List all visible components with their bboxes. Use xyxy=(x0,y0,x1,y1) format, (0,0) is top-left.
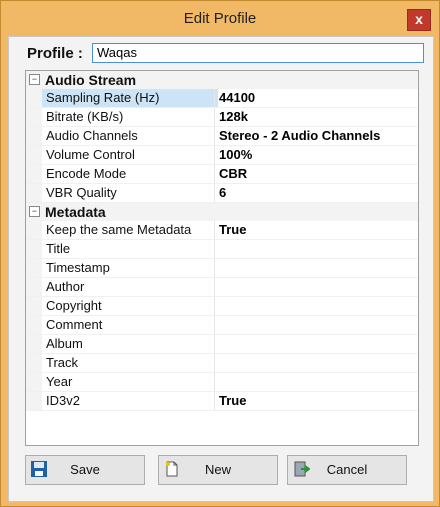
row-gutter xyxy=(26,240,42,258)
property-row[interactable]: Bitrate (KB/s) 128k xyxy=(26,108,418,127)
row-gutter xyxy=(26,354,42,372)
property-value[interactable] xyxy=(214,240,418,258)
property-value[interactable] xyxy=(214,373,418,391)
property-name: Author xyxy=(46,279,85,294)
property-name: Keep the same Metadata xyxy=(46,222,192,237)
title-bar: Edit Profile x xyxy=(1,1,439,37)
property-row[interactable]: Timestamp xyxy=(26,259,418,278)
property-row[interactable]: VBR Quality 6 xyxy=(26,184,418,203)
row-gutter xyxy=(26,146,42,164)
property-name: Comment xyxy=(46,317,103,332)
row-gutter xyxy=(26,221,42,239)
property-value[interactable] xyxy=(214,316,418,334)
property-value[interactable] xyxy=(214,278,418,296)
property-row[interactable]: Keep the same Metadata True xyxy=(26,221,418,240)
property-name: ID3v2 xyxy=(46,393,80,408)
row-gutter xyxy=(26,259,42,277)
section-audio-stream[interactable]: − Audio Stream xyxy=(26,71,418,89)
row-gutter xyxy=(26,373,42,391)
section-title: Metadata xyxy=(45,204,106,220)
new-label: New xyxy=(204,462,231,477)
property-value[interactable] xyxy=(214,335,418,353)
property-value[interactable] xyxy=(214,259,418,277)
property-name: Title xyxy=(46,241,71,256)
property-value[interactable] xyxy=(214,297,418,315)
window-title: Edit Profile xyxy=(183,10,257,27)
property-name: Copyright xyxy=(46,298,102,313)
property-value[interactable]: CBR xyxy=(214,165,418,183)
row-gutter xyxy=(26,278,42,296)
edit-profile-window: Edit Profile x Profile : Waqas − Audio S… xyxy=(0,0,440,507)
profile-label: Profile : xyxy=(27,45,83,62)
property-name: Track xyxy=(46,355,79,370)
property-value[interactable]: Stereo - 2 Audio Channels xyxy=(214,127,418,145)
property-name: Timestamp xyxy=(46,260,110,275)
section-metadata[interactable]: − Metadata xyxy=(26,203,418,221)
property-name: Year xyxy=(46,374,73,389)
property-value[interactable] xyxy=(214,354,418,372)
cancel-label: Cancel xyxy=(326,462,368,477)
section-title: Audio Stream xyxy=(45,72,137,88)
button-bar: Save New Cancel xyxy=(9,445,433,501)
row-gutter xyxy=(26,165,42,183)
row-gutter xyxy=(26,392,42,410)
row-gutter xyxy=(26,127,42,145)
row-gutter xyxy=(26,316,42,334)
property-row[interactable]: ID3v2 True xyxy=(26,392,418,411)
property-row[interactable]: Volume Control 100% xyxy=(26,146,418,165)
property-name: Encode Mode xyxy=(46,166,127,181)
property-grid: − Audio Stream Sampling Rate (Hz) 44100 … xyxy=(25,70,419,446)
property-row[interactable]: Year xyxy=(26,373,418,392)
property-row[interactable]: Comment xyxy=(26,316,418,335)
row-gutter xyxy=(26,108,42,126)
save-button[interactable]: Save xyxy=(25,455,145,485)
property-row[interactable]: Track xyxy=(26,354,418,373)
profile-name-input[interactable]: Waqas xyxy=(92,43,424,63)
property-name: Volume Control xyxy=(46,147,135,162)
property-name: Sampling Rate (Hz) xyxy=(42,89,218,107)
row-gutter xyxy=(26,335,42,353)
property-row[interactable]: Copyright xyxy=(26,297,418,316)
row-gutter xyxy=(26,184,42,202)
property-row[interactable]: Sampling Rate (Hz) 44100 xyxy=(26,89,418,108)
property-value[interactable]: 44100 xyxy=(214,89,418,107)
property-name: VBR Quality xyxy=(46,185,117,200)
property-row[interactable]: Author xyxy=(26,278,418,297)
dialog-body: Profile : Waqas − Audio Stream Sampling … xyxy=(8,36,434,502)
collapse-icon[interactable]: − xyxy=(29,74,40,85)
cancel-button[interactable]: Cancel xyxy=(287,455,407,485)
property-row[interactable]: Title xyxy=(26,240,418,259)
new-button[interactable]: New xyxy=(158,455,278,485)
property-value[interactable]: True xyxy=(214,392,418,410)
property-name: Album xyxy=(46,336,83,351)
row-gutter xyxy=(26,297,42,315)
property-row[interactable]: Album xyxy=(26,335,418,354)
property-value[interactable]: True xyxy=(214,221,418,239)
property-value[interactable]: 100% xyxy=(214,146,418,164)
property-value[interactable]: 128k xyxy=(214,108,418,126)
close-button[interactable]: x xyxy=(407,9,431,31)
property-name: Audio Channels xyxy=(46,128,138,143)
property-value[interactable]: 6 xyxy=(214,184,418,202)
collapse-icon[interactable]: − xyxy=(29,206,40,217)
property-row[interactable]: Audio Channels Stereo - 2 Audio Channels xyxy=(26,127,418,146)
property-row[interactable]: Encode Mode CBR xyxy=(26,165,418,184)
row-gutter xyxy=(26,89,42,107)
save-label: Save xyxy=(70,462,100,477)
property-name: Bitrate (KB/s) xyxy=(46,109,124,124)
